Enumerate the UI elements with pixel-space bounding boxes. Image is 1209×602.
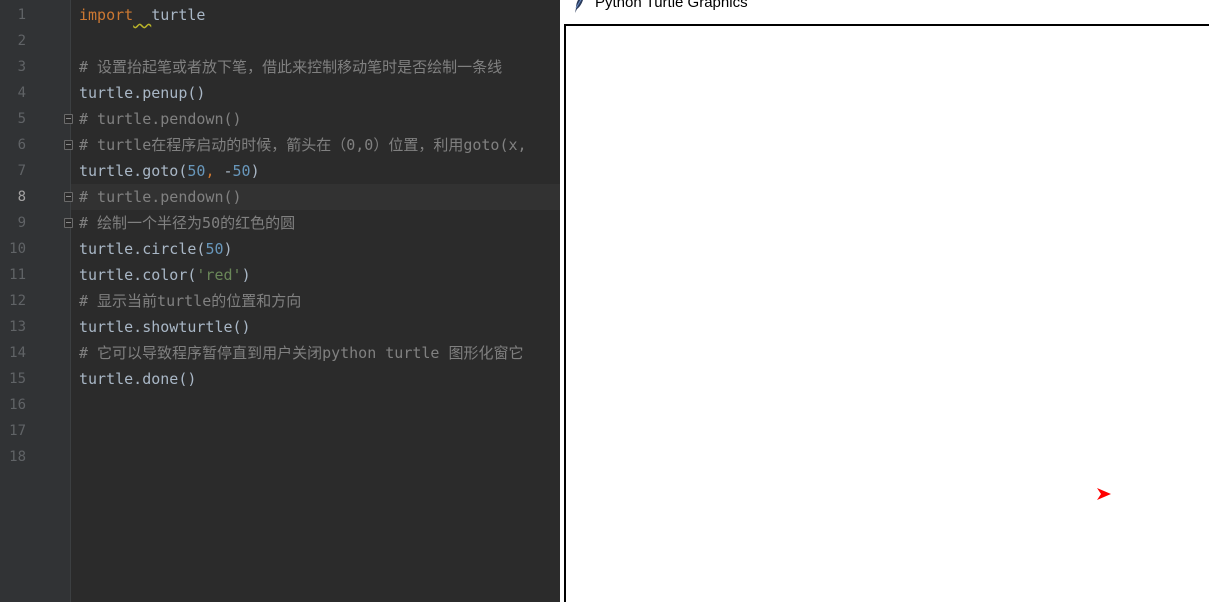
window-title-bar[interactable]: Python Turtle Graphics (560, 0, 1209, 14)
code-line[interactable]: turtle.done() (79, 366, 196, 392)
code-token: turtle.done() (79, 370, 197, 388)
code-token: - (223, 162, 233, 180)
code-line[interactable]: turtle.showturtle() (79, 314, 251, 340)
code-token: # turtle.pendown() (79, 110, 242, 128)
code-line[interactable]: turtle.color('red') (79, 262, 251, 288)
code-token: 50 (205, 240, 224, 258)
code-token: import (79, 6, 134, 24)
line-number: 14 (9, 345, 26, 361)
code-token: 50 (232, 162, 251, 180)
code-line[interactable]: # turtle.pendown() (79, 106, 242, 132)
code-editor[interactable]: 1 2 3 4 5 6 7 8 9 10 11 12 13 14 15 16 17 18 import turtl… (0, 0, 560, 602)
code-token: # 显示当前turtle的位置和方向 (79, 292, 302, 310)
line-number: 13 (9, 319, 26, 335)
line-number: 16 (9, 397, 26, 413)
code-token: turtle (151, 6, 206, 24)
code-line[interactable]: # 显示当前turtle的位置和方向 (79, 288, 301, 314)
code-token: # turtle在程序启动的时候，箭头在（0,0）位置，利用goto(x, (79, 136, 527, 154)
turtle-canvas[interactable] (564, 24, 1209, 602)
line-number: 12 (9, 293, 26, 309)
line-number: 11 (9, 267, 26, 283)
line-number: 2 (17, 33, 26, 49)
code-line[interactable]: turtle.penup() (79, 80, 205, 106)
line-number: 9 (17, 215, 26, 231)
line-number: 15 (9, 371, 26, 387)
line-number: 3 (17, 59, 26, 75)
code-token: , (205, 162, 224, 180)
line-number: 17 (9, 423, 26, 439)
fold-marker-icon[interactable] (64, 140, 73, 150)
code-token: 50 (187, 162, 206, 180)
code-line[interactable]: import turtle (79, 2, 205, 28)
code-token: turtle.penup() (79, 84, 206, 102)
arrow-cursor-icon (1096, 486, 1112, 505)
line-number: 1 (17, 7, 26, 23)
code-token: # 它可以导致程序暂停直到用户关闭python turtle 图形化窗它 (79, 344, 524, 362)
line-number: 10 (9, 241, 26, 257)
code-token: ) (241, 266, 251, 284)
line-number-gutter: 1 2 3 4 5 6 7 8 9 10 11 12 13 14 15 16 17 18 (0, 0, 71, 602)
code-token: # 绘制一个半径为50的红色的圆 (79, 214, 296, 232)
code-line[interactable]: turtle.circle(50) (79, 236, 233, 262)
window-title: Python Turtle Graphics (595, 0, 748, 11)
code-token: # turtle.pendown() (79, 188, 242, 206)
code-token: turtle.color( (79, 266, 197, 284)
code-line[interactable]: # 它可以导致程序暂停直到用户关闭python turtle 图形化窗它 (79, 340, 524, 366)
code-token: # 设置抬起笔或者放下笔，借此来控制移动笔时是否绘制一条线 (79, 58, 503, 76)
code-line[interactable]: # 绘制一个半径为50的红色的圆 (79, 210, 295, 236)
line-number: 4 (17, 85, 26, 101)
code-line[interactable]: # turtle在程序启动的时候，箭头在（0,0）位置，利用goto(x, (79, 132, 527, 158)
turtle-graphics-window: Python Turtle Graphics (560, 0, 1209, 602)
code-line[interactable]: turtle.goto(50, -50) (79, 158, 260, 184)
code-token: turtle.circle( (79, 240, 206, 258)
code-token: ) (250, 162, 260, 180)
fold-marker-icon[interactable] (64, 218, 73, 228)
code-token: 'red' (196, 266, 242, 284)
line-number: 5 (17, 111, 26, 127)
code-line[interactable]: # turtle.pendown() (79, 184, 242, 210)
code-token: turtle.goto( (79, 162, 188, 180)
line-number: 7 (17, 163, 26, 179)
line-number: 8 (17, 189, 26, 205)
code-token: turtle.showturtle() (79, 318, 251, 336)
code-token: ) (223, 240, 233, 258)
fold-marker-icon[interactable] (64, 192, 73, 202)
code-line[interactable]: # 设置抬起笔或者放下笔，借此来控制移动笔时是否绘制一条线 (79, 54, 502, 80)
fold-marker-icon[interactable] (64, 114, 73, 124)
feather-icon (572, 0, 586, 14)
line-number: 18 (9, 449, 26, 465)
line-number: 6 (17, 137, 26, 153)
